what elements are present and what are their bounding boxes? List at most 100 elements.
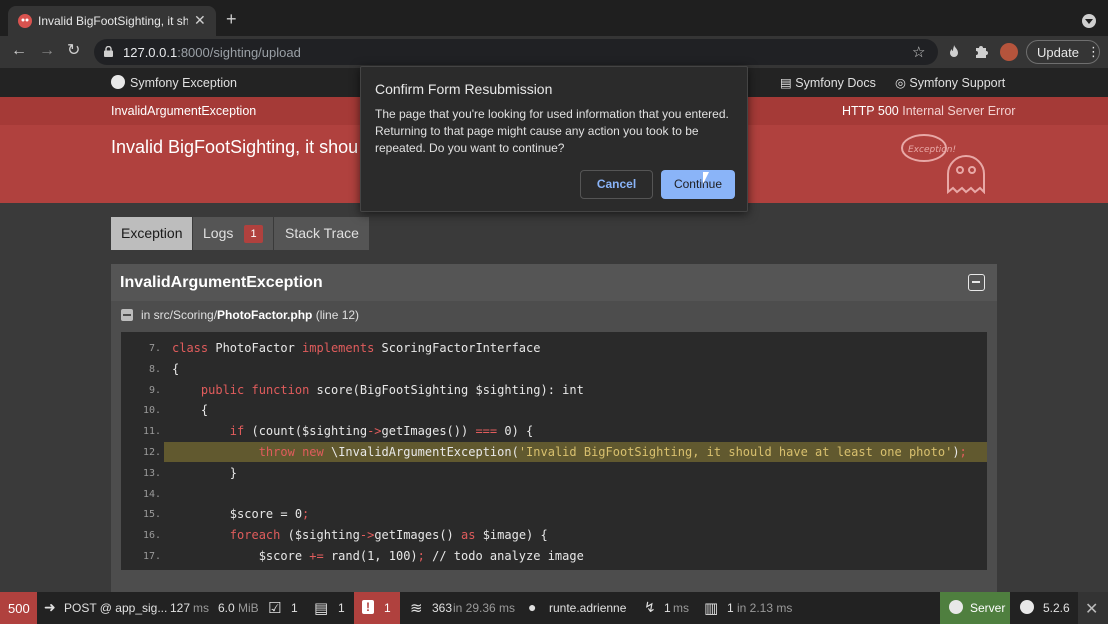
- events-value: 1: [664, 601, 671, 615]
- arrow-right-icon: ➜: [44, 599, 56, 615]
- update-button[interactable]: Update ⋮: [1026, 40, 1100, 64]
- user-name: runte.adrienne: [549, 601, 627, 615]
- code-snippet: 7. class PhotoFactor implements ScoringFa…: [121, 332, 987, 570]
- request-item[interactable]: ➜ POST @ app_sig...: [42, 592, 167, 624]
- line-number: 13.: [142, 467, 161, 479]
- reload-icon[interactable]: ↻: [67, 43, 80, 59]
- cancel-button[interactable]: Cancel: [580, 170, 653, 199]
- file-name: PhotoFactor.php: [217, 308, 313, 322]
- symfony-docs-link[interactable]: ▤ Symfony Docs: [780, 75, 876, 90]
- clipboard-icon: ▤: [314, 600, 329, 617]
- close-toolbar-button[interactable]: ✕: [1078, 592, 1108, 624]
- code-line: 15. $score = 0;: [121, 504, 987, 524]
- forms-count: 1: [338, 601, 345, 615]
- code-text: $score += rand(1, 100); // todo analyze …: [172, 549, 584, 563]
- url-text: 127.0.0.1:8000/sighting/upload: [123, 45, 301, 60]
- back-icon[interactable]: ←: [11, 43, 27, 59]
- symfony-logo-icon: [949, 600, 963, 614]
- symfony-support-link[interactable]: ◎ Symfony Support: [895, 75, 1005, 90]
- time-item[interactable]: 127 ms: [170, 592, 210, 624]
- validator-item[interactable]: ☑ 1: [268, 592, 302, 624]
- checkbox-icon: ☑: [268, 600, 282, 617]
- line-number: 17.: [142, 551, 161, 562]
- new-tab-button[interactable]: +: [226, 10, 237, 28]
- continue-button[interactable]: Continue: [661, 170, 735, 199]
- tab-stack-trace[interactable]: Stack Trace: [274, 217, 369, 250]
- code-text: }: [172, 465, 238, 480]
- exception-message: Invalid BigFootSighting, it shou: [111, 137, 359, 157]
- logs-count: 1: [384, 601, 391, 615]
- line-number: 7.: [148, 343, 161, 354]
- memory-item[interactable]: 6.0 MiB: [218, 592, 259, 624]
- forward-icon[interactable]: →: [39, 43, 55, 59]
- tab-exception[interactable]: Exception: [111, 217, 192, 250]
- line-number: 14.: [142, 488, 161, 500]
- code-line: 7. class PhotoFactor implements ScoringFa…: [121, 338, 987, 358]
- line-number: 11.: [142, 426, 161, 438]
- code-line: 17. $score += rand(1, 100); // todo anal…: [121, 546, 987, 566]
- profile-avatar[interactable]: [1000, 43, 1018, 61]
- exception-panel: InvalidArgumentException in src/Scoring/…: [111, 264, 997, 594]
- http-status: HTTP 500 Internal Server Error: [842, 104, 1015, 118]
- update-label: Update: [1037, 45, 1079, 60]
- browser-tab-strip: Invalid BigFootSighting, it shou ✕ +: [0, 0, 1108, 36]
- symfony-version: 5.2.6: [1043, 601, 1070, 615]
- alert-icon: !: [362, 600, 374, 614]
- lifebuoy-icon: ◎: [895, 76, 910, 90]
- address-bar[interactable]: 127.0.0.1:8000/sighting/upload ☆: [94, 39, 938, 65]
- dialog-body: The page that you're looking for used in…: [375, 107, 729, 155]
- dialog-title: Confirm Form Resubmission: [375, 81, 553, 97]
- user-item[interactable]: ● runte.adrienne: [528, 592, 628, 624]
- symfony-ghost-favicon-icon: [18, 14, 32, 28]
- collapse-trace-icon[interactable]: [121, 309, 133, 321]
- code-line-highlighted: 12. throw new \InvalidArgumentException(…: [143, 442, 987, 462]
- queries-count: 363: [432, 601, 453, 615]
- extensions-puzzle-icon[interactable]: [973, 44, 989, 60]
- request-label: POST @ app_sig...: [64, 601, 168, 615]
- browser-tab[interactable]: Invalid BigFootSighting, it shou ✕: [8, 6, 216, 36]
- symfony-version-item[interactable]: 5.2.6: [1014, 592, 1074, 624]
- code-text: {: [172, 403, 209, 418]
- code-line: 9. public function score(BigFootSighting…: [121, 380, 987, 400]
- web-debug-toolbar: 500 ➜ POST @ app_sig... 127 ms 6.0 MiB ☑ 1 …: [0, 592, 1108, 624]
- flame-extension-icon[interactable]: [946, 44, 962, 60]
- database-layers-icon: ≋: [410, 600, 423, 617]
- support-label: Symfony Support: [909, 76, 1006, 90]
- status-code-item[interactable]: 500: [0, 592, 37, 624]
- symfony-logo-icon: [111, 75, 125, 89]
- line-number: 10.: [142, 405, 161, 417]
- queries-time: in 29.36 ms: [453, 601, 516, 615]
- code-text: {: [172, 361, 180, 376]
- tab-label: Stack Trace: [285, 225, 359, 241]
- user-icon: ●: [528, 599, 537, 615]
- forms-item[interactable]: ▤ 1: [314, 592, 348, 624]
- book-icon: ▤: [780, 76, 796, 90]
- bookmark-star-icon[interactable]: ☆: [912, 43, 925, 61]
- exception-panel-header: InvalidArgumentException: [111, 264, 997, 301]
- tab-logs[interactable]: Logs 1: [193, 217, 273, 250]
- server-label: Server: [970, 601, 1006, 615]
- close-tab-icon[interactable]: ✕: [194, 12, 206, 29]
- database-item[interactable]: ≋ 363 in 29.36 ms: [408, 592, 518, 624]
- logs-item[interactable]: ! 1: [354, 592, 400, 624]
- url-host: 127.0.0.1: [123, 45, 178, 60]
- tab-title: Invalid BigFootSighting, it shou: [38, 14, 188, 28]
- cache-time: in 2.13 ms: [737, 601, 793, 615]
- kebab-menu-icon[interactable]: ⋮: [1087, 44, 1100, 60]
- code-line: 11. if (count($sighting->getImages()) ==…: [121, 421, 987, 441]
- memory-unit: MiB: [238, 601, 259, 615]
- line-number: 9.: [148, 384, 161, 396]
- status-code: 500: [8, 601, 30, 616]
- collapse-toggle-icon[interactable]: [968, 274, 985, 291]
- cache-item[interactable]: ▥ 1 in 2.13 ms: [704, 592, 794, 624]
- line-number: 15.: [142, 509, 161, 521]
- code-text: if (count($sighting->getImages()) === 0)…: [229, 424, 534, 439]
- server-item[interactable]: Server: [940, 592, 1010, 624]
- events-unit: ms: [673, 601, 689, 615]
- code-line: 10. {: [121, 400, 987, 420]
- mouse-cursor-icon: [703, 172, 709, 184]
- events-icon: ↯: [644, 599, 656, 615]
- events-item[interactable]: ↯ 1 ms: [642, 592, 692, 624]
- tab-search-icon[interactable]: [1082, 14, 1096, 28]
- tab-label: Exception: [121, 225, 183, 241]
